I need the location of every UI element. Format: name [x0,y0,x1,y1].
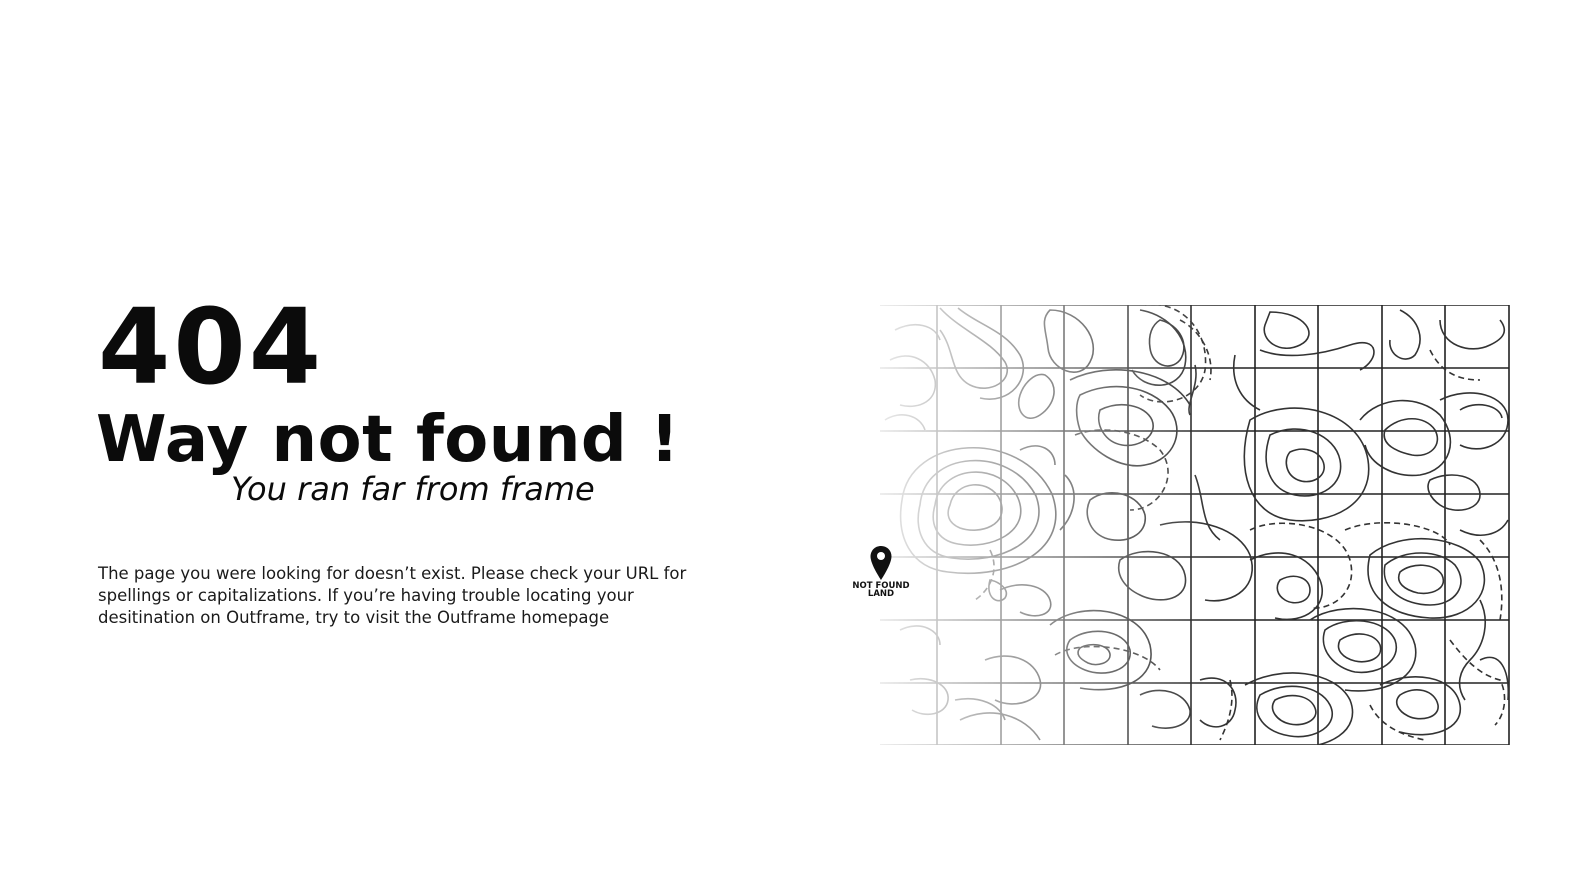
topographic-map-svg [880,305,1510,745]
topographic-map-illustration [840,300,1520,750]
error-code: 404 [98,286,325,408]
page-title: Way not found ! [96,403,680,477]
not-found-pin: NOT FOUND LAND [848,545,914,599]
error-description: The page you were looking for doesn’t ex… [98,564,687,627]
error-content: 404 Way not found ! You ran far from fra… [96,286,718,629]
pin-label-line2: LAND [867,589,895,599]
map-pin-icon [870,546,892,580]
map-contours [880,305,1510,745]
